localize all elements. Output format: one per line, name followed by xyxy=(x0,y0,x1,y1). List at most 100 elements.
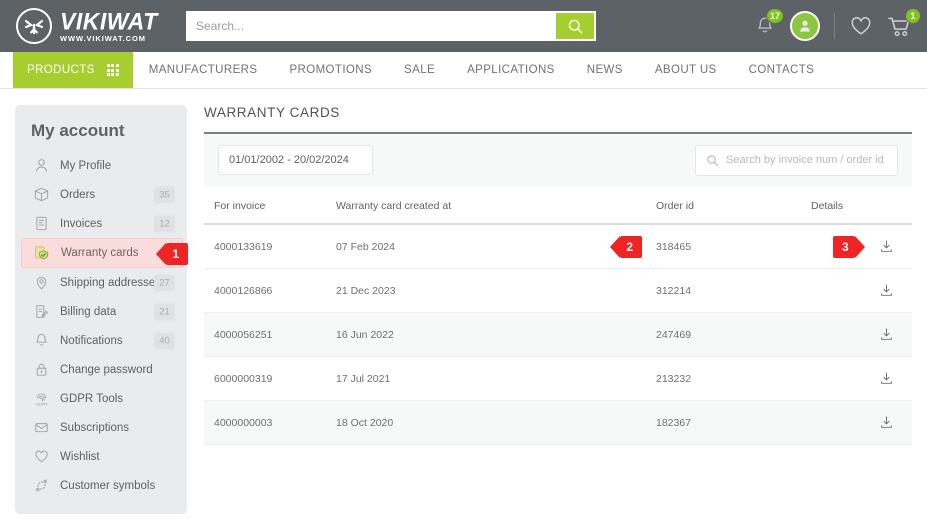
global-search xyxy=(186,11,596,41)
table-row[interactable]: 4000133619 07 Feb 2024 2 318465 3 xyxy=(204,224,912,269)
sidebar-label: Billing data xyxy=(60,305,117,318)
user-icon xyxy=(31,156,51,176)
sidebar-item-change-password[interactable]: Change password xyxy=(15,355,187,384)
sidebar-label: Customer symbols xyxy=(60,479,156,492)
nav-links: MANUFACTURERS PROMOTIONS SALE APPLICATIO… xyxy=(133,52,831,88)
cell-details xyxy=(811,400,912,445)
table-row[interactable]: 4000126866 21 Dec 2023 312214 xyxy=(204,268,912,313)
sidebar-item-wishlist[interactable]: Wishlist xyxy=(15,442,187,471)
user-avatar[interactable] xyxy=(790,11,820,41)
sidebar-label: GDPR Tools xyxy=(60,392,124,405)
cell-invoice: 4000000003 xyxy=(204,400,336,445)
download-warranty-card-button[interactable] xyxy=(879,283,894,298)
location-pin-icon xyxy=(31,273,51,293)
cell-invoice: 4000056251 xyxy=(204,312,336,357)
sidebar-label: Shipping addresses xyxy=(60,276,162,289)
cell-invoice: 4000126866 xyxy=(204,268,336,313)
sidebar-item-gdpr-tools[interactable]: GDPR GDPR Tools xyxy=(15,384,187,413)
sidebar-label: Subscriptions xyxy=(60,421,130,434)
billing-edit-icon xyxy=(31,302,51,322)
download-icon xyxy=(881,284,892,296)
cell-details xyxy=(811,268,912,313)
heart-icon xyxy=(851,17,871,35)
nav-item-sale[interactable]: SALE xyxy=(388,52,451,88)
sidebar-badge-invoices: 12 xyxy=(154,215,175,232)
search-icon xyxy=(707,154,718,166)
sidebar-label: My Profile xyxy=(60,159,112,172)
invoice-search-box xyxy=(695,144,898,176)
download-icon xyxy=(881,240,892,252)
nav-item-products[interactable]: PRODUCTS xyxy=(13,52,133,88)
site-logo[interactable]: VIKIWAT WWW.VIKIWAT.COM xyxy=(16,8,158,44)
cell-invoice: 6000000319 xyxy=(204,356,336,401)
sidebar-badge-orders: 35 xyxy=(154,186,175,203)
cell-order: 182367 xyxy=(656,400,811,445)
nav-item-contacts[interactable]: CONTACTS xyxy=(733,52,831,88)
invoice-search-input[interactable] xyxy=(726,154,887,166)
cell-created: 07 Feb 2024 2 xyxy=(336,224,656,269)
search-input[interactable] xyxy=(186,11,556,41)
download-warranty-card-button[interactable] xyxy=(879,371,894,386)
cell-order: 318465 xyxy=(656,224,811,269)
sidebar-label: Notifications xyxy=(60,334,123,347)
search-icon xyxy=(568,19,582,33)
nav-item-applications[interactable]: APPLICATIONS xyxy=(451,52,571,88)
lock-icon xyxy=(31,360,51,380)
download-warranty-card-button[interactable] xyxy=(879,239,894,254)
sidebar-item-orders[interactable]: Orders 35 xyxy=(15,180,187,209)
logo-wordmark: VIKIWAT xyxy=(60,7,158,35)
download-warranty-card-button[interactable] xyxy=(879,415,894,430)
nav-item-manufacturers[interactable]: MANUFACTURERS xyxy=(133,52,274,88)
filter-toolbar: 01/01/2002 - 20/02/2024 xyxy=(204,134,912,186)
cart-button[interactable]: 1 xyxy=(887,7,921,38)
nav-item-promotions[interactable]: PROMOTIONS xyxy=(273,52,388,88)
nav-item-about-us[interactable]: ABOUT US xyxy=(639,52,733,88)
sidebar-item-customer-symbols[interactable]: Customer symbols xyxy=(15,471,187,500)
heart-icon xyxy=(31,447,51,467)
sidebar-label: Invoices xyxy=(60,217,103,230)
header-actions: 17 1 xyxy=(754,0,921,52)
annotation-marker-1: 1 xyxy=(156,243,188,265)
download-icon xyxy=(881,372,892,384)
notifications-badge: 17 xyxy=(765,8,784,24)
date-range-filter[interactable]: 01/01/2002 - 20/02/2024 xyxy=(218,145,373,175)
bell-icon xyxy=(31,331,51,351)
sidebar-item-shipping-addresses[interactable]: Shipping addresses 27 xyxy=(15,268,187,297)
nav-products-label: PRODUCTS xyxy=(27,64,95,76)
table-row[interactable]: 4000056251 16 Jun 2022 247469 xyxy=(204,312,912,357)
column-header-created: Warranty card created at xyxy=(336,200,656,225)
header-divider xyxy=(834,13,835,39)
sidebar-item-billing-data[interactable]: Billing data 21 xyxy=(15,297,187,326)
logo-tagline: WWW.VIKIWAT.COM xyxy=(60,33,146,43)
account-sidebar: My account My Profile Orders 35 Invoices… xyxy=(15,105,188,514)
download-warranty-card-button[interactable] xyxy=(879,327,894,342)
cell-order: 312214 xyxy=(656,268,811,313)
cell-order: 247469 xyxy=(656,312,811,357)
sidebar-item-subscriptions[interactable]: Subscriptions xyxy=(15,413,187,442)
nav-item-news[interactable]: NEWS xyxy=(571,52,639,88)
sidebar-label: Warranty cards xyxy=(61,247,139,259)
cell-created: 18 Oct 2020 xyxy=(336,400,656,445)
sidebar-label: Orders xyxy=(60,188,96,201)
notifications-button[interactable]: 17 xyxy=(754,8,784,37)
invoice-icon xyxy=(31,214,51,234)
grid-menu-icon xyxy=(106,64,119,76)
gdpr-fingerprint-icon: GDPR xyxy=(31,389,51,409)
cell-details xyxy=(811,312,912,357)
table-row[interactable]: 4000000003 18 Oct 2020 182367 xyxy=(204,400,912,445)
table-row[interactable]: 6000000319 17 Jul 2021 213232 xyxy=(204,356,912,401)
sidebar-badge-shipping: 27 xyxy=(154,274,175,291)
sidebar-item-notifications[interactable]: Notifications 40 xyxy=(15,326,187,355)
search-submit-button[interactable] xyxy=(556,13,594,39)
sidebar-item-my-profile[interactable]: My Profile xyxy=(15,151,187,180)
box-icon xyxy=(31,185,51,205)
column-header-order: Order id xyxy=(656,200,811,225)
cell-created: 21 Dec 2023 xyxy=(336,268,656,313)
vikiwat-logo-icon xyxy=(16,8,52,44)
sidebar-item-warranty-cards[interactable]: Warranty cards 1 xyxy=(21,238,188,268)
wishlist-button[interactable] xyxy=(849,15,873,37)
main-content: WARRANTY CARDS 01/01/2002 - 20/02/2024 F… xyxy=(204,105,912,445)
sidebar-item-invoices[interactable]: Invoices 12 xyxy=(15,209,187,238)
cell-details xyxy=(811,356,912,401)
warranty-cards-table: For invoice Warranty card created at Ord… xyxy=(204,200,912,445)
